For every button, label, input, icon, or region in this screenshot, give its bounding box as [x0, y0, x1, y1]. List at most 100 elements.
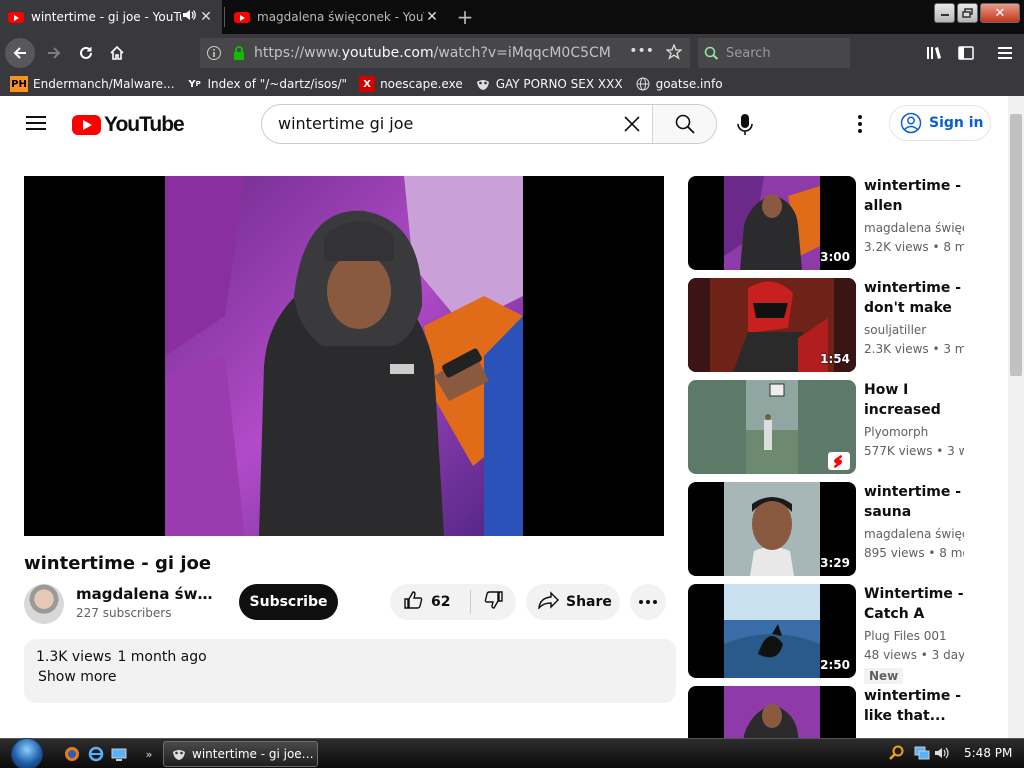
channel-name[interactable]: souljatiller	[864, 323, 964, 337]
search-placeholder: Search	[726, 45, 771, 61]
video-meta: 3.2K views • 8 months ago	[864, 240, 964, 254]
window-controls: ✕	[932, 3, 1020, 23]
library-icon[interactable]	[920, 39, 948, 67]
video-title: wintertime - gi joe	[24, 553, 212, 574]
video-title[interactable]: wintertime - like that...	[864, 686, 964, 726]
quicklaunch-firefox-icon[interactable]	[64, 746, 80, 762]
minimize-icon[interactable]	[934, 3, 955, 23]
clear-search-icon[interactable]	[612, 105, 652, 143]
share-button[interactable]: Share	[526, 584, 620, 620]
video-thumbnail[interactable]: 3:29	[688, 482, 856, 576]
bookmark-item[interactable]: X noescape.exe	[359, 76, 463, 92]
tab-active[interactable]: wintertime - gi joe - YouTube ✕	[0, 0, 225, 34]
page-scrollbar[interactable]	[1008, 96, 1024, 738]
more-actions-icon[interactable]	[630, 584, 666, 620]
browser-tab-strip: wintertime - gi joe - YouTube ✕ magdalen…	[0, 0, 1024, 34]
recommended-video[interactable]: 2:50 Wintertime - Catch A Vibe (Official…	[688, 584, 988, 684]
taskbar-window-button[interactable]: wintertime - gi joe - Mozilla Firefox	[163, 741, 318, 767]
back-arrow-icon[interactable]	[5, 38, 35, 68]
video-title[interactable]: How I increased my vertical	[864, 380, 964, 420]
close-window-icon[interactable]: ✕	[980, 3, 1020, 23]
youtube-search-box[interactable]: wintertime gi joe	[261, 104, 717, 144]
recommended-video[interactable]: 1:54 wintertime - don't make me mad soul…	[688, 278, 988, 372]
sidebar-toggle-icon[interactable]	[952, 39, 980, 67]
like-dislike-group: 62	[390, 584, 516, 620]
video-thumbnail[interactable]: 1:54	[688, 278, 856, 372]
forward-arrow-icon[interactable]	[40, 39, 68, 67]
tab-close-icon[interactable]: ✕	[424, 9, 440, 25]
speaker-icon[interactable]	[182, 9, 198, 25]
windows-taskbar: » wintertime - gi joe - Mozilla Firefox …	[0, 738, 1024, 768]
bookmark-item[interactable]: YP Index of "/~dartz/isos/"	[187, 76, 347, 92]
channel-name[interactable]: magdalena święconek	[76, 585, 216, 603]
quicklaunch-chevron-icon[interactable]: »	[141, 746, 157, 762]
quicklaunch-desktop-icon[interactable]	[111, 746, 127, 762]
bookmark-star-icon[interactable]	[665, 43, 683, 64]
channel-name[interactable]: Plug Files 001	[864, 629, 964, 643]
video-title[interactable]: wintertime - allen iverson	[864, 176, 964, 216]
share-arrow-icon	[538, 591, 560, 613]
channel-row: magdalena święconek 227 subscribers Subs…	[24, 584, 676, 624]
video-duration: 3:29	[820, 556, 850, 570]
new-tab-plus-icon[interactable]: +	[452, 4, 478, 30]
sign-in-button[interactable]: Sign in	[889, 105, 991, 141]
video-meta: 895 views • 8 months ago	[864, 546, 964, 560]
search-icon[interactable]	[652, 105, 716, 143]
mask-icon	[475, 76, 491, 92]
bookmark-item[interactable]: PH Endermanch/Malware...	[10, 76, 175, 92]
like-button[interactable]: 62	[390, 590, 470, 614]
volume-icon[interactable]	[934, 745, 950, 761]
view-count: 1.3K views	[36, 649, 112, 665]
video-thumbnail[interactable]: 3:00	[688, 176, 856, 270]
reload-icon[interactable]	[72, 39, 100, 67]
search-input[interactable]: wintertime gi joe	[262, 105, 612, 143]
channel-name[interactable]: magdalena święconek	[864, 527, 964, 541]
page-actions-icon[interactable]: •••	[629, 43, 654, 59]
video-player[interactable]	[24, 176, 664, 536]
dislike-button[interactable]	[471, 590, 516, 614]
video-title[interactable]: wintertime - sauna	[864, 482, 964, 522]
browser-search-field[interactable]: Search	[698, 38, 850, 68]
video-thumbnail[interactable]	[688, 686, 856, 738]
video-title[interactable]: wintertime - don't make me mad	[864, 278, 964, 318]
start-button[interactable]	[6, 738, 48, 768]
video-frame	[165, 176, 523, 536]
clock[interactable]: 5:48 PM	[964, 746, 1012, 760]
url-bar[interactable]: https://www.youtube.com/watch?v=iMqqcM0C…	[200, 38, 690, 68]
scrollbar-thumb[interactable]	[1010, 114, 1022, 376]
video-thumbnail[interactable]: 2:50	[688, 584, 856, 678]
hamburger-menu-icon[interactable]	[991, 39, 1019, 67]
recommended-video[interactable]: wintertime - like that...	[688, 686, 988, 738]
recommended-video[interactable]: How I increased my vertical Plyomorph 57…	[688, 380, 988, 474]
bookmark-item[interactable]: GAY PORNO SEX XXX	[475, 76, 623, 92]
bookmark-item[interactable]: goatse.info	[635, 76, 723, 92]
youtube-header: YouTube wintertime gi joe Sign in	[0, 96, 1008, 152]
search-tray-icon[interactable]	[888, 745, 904, 761]
recommended-video[interactable]: 3:29 wintertime - sauna magdalena święco…	[688, 482, 988, 576]
settings-kebab-icon[interactable]	[856, 114, 864, 138]
quicklaunch-ie-icon[interactable]	[88, 746, 104, 762]
recommended-video[interactable]: 3:00 wintertime - allen iverson magdalen…	[688, 176, 988, 270]
video-title[interactable]: Wintertime - Catch A Vibe (Official Vide…	[864, 584, 964, 624]
video-thumbnail[interactable]	[688, 380, 856, 474]
tab-inactive[interactable]: magdalena święconek - YouTube ✕	[226, 0, 448, 34]
shorts-icon	[828, 452, 850, 470]
microphone-icon[interactable]	[737, 114, 753, 140]
home-icon[interactable]	[103, 39, 131, 67]
globe-icon	[635, 76, 651, 92]
url-text: https://www.youtube.com/watch?v=iMqqcM0C…	[254, 45, 611, 61]
show-more-link[interactable]: Show more	[38, 669, 664, 685]
thumbs-down-icon	[484, 590, 504, 614]
youtube-favicon-icon	[234, 11, 250, 23]
channel-name[interactable]: Plyomorph	[864, 425, 964, 439]
channel-avatar[interactable]	[24, 584, 64, 624]
description-box[interactable]: 1.3K views 1 month ago Show more	[24, 639, 676, 703]
restore-icon[interactable]	[957, 3, 978, 23]
guide-menu-icon[interactable]	[26, 115, 46, 135]
network-icon[interactable]	[914, 745, 930, 761]
tab-close-icon[interactable]: ✕	[198, 9, 214, 25]
subscribe-button[interactable]: Subscribe	[239, 584, 338, 620]
youtube-logo[interactable]: YouTube	[72, 113, 185, 137]
channel-name[interactable]: magdalena święconek	[864, 221, 964, 235]
info-icon[interactable]	[200, 45, 228, 61]
